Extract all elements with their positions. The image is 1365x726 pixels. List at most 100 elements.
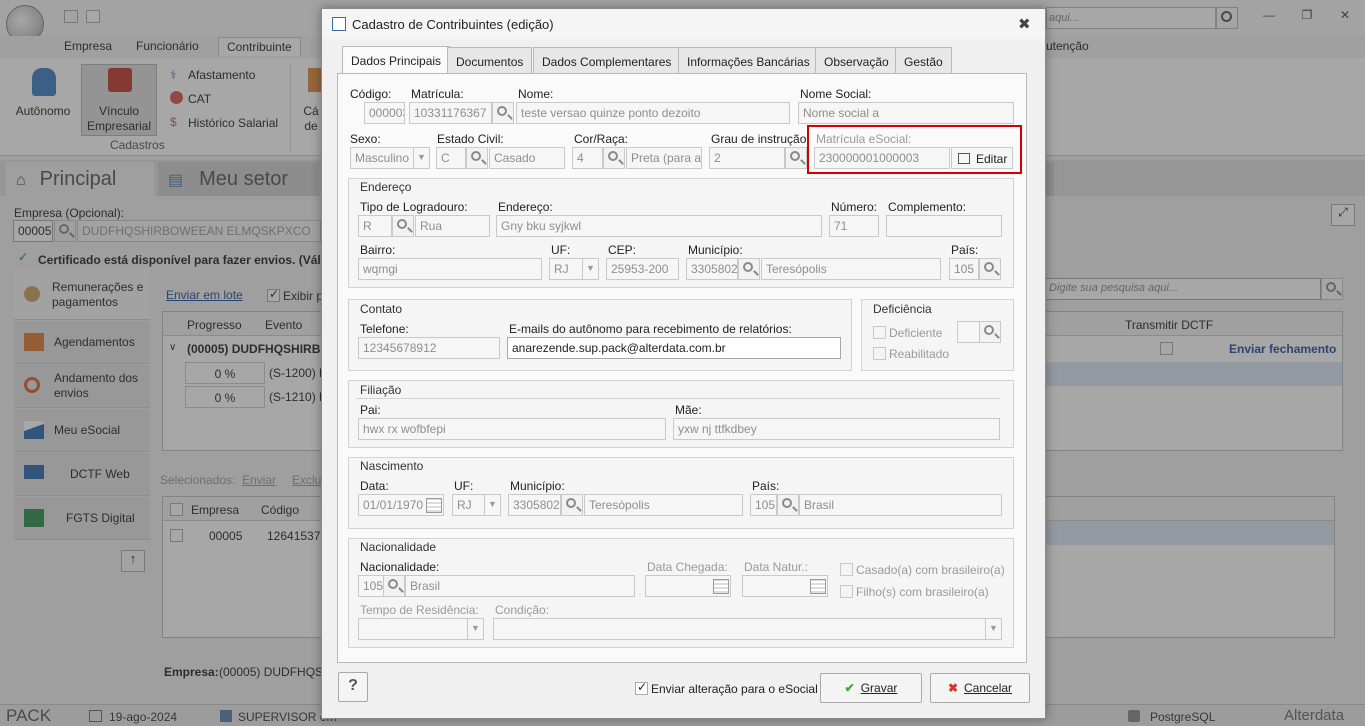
search-icon[interactable] (1216, 7, 1238, 29)
chevron-down-icon[interactable]: ▼ (413, 147, 429, 169)
municipio-code[interactable]: 3305802 (686, 258, 738, 280)
tab-dados-complementares[interactable]: Dados Complementares (533, 47, 681, 73)
pais-search-button[interactable] (979, 258, 1001, 280)
cut-button-label[interactable]: Cá de (302, 104, 320, 134)
cor-search-button[interactable] (603, 147, 625, 169)
nasc-pais-search-button[interactable] (777, 494, 799, 516)
help-button[interactable]: ? (338, 672, 368, 702)
sel-excluir-link[interactable]: Exclu (292, 473, 321, 487)
transmitir-checkbox[interactable] (1160, 342, 1173, 355)
grid-header-transmitir[interactable]: Transmitir DCTF (1125, 318, 1213, 332)
matricula-search-button[interactable] (492, 102, 514, 124)
close-icon[interactable]: ✖ (1018, 15, 1031, 33)
scroll-top-button[interactable]: ↑ (121, 550, 145, 572)
grid-header-evento[interactable]: Evento (265, 318, 302, 332)
tab-principal[interactable]: ⌂ Principal (6, 162, 154, 196)
filho-checkbox[interactable] (840, 585, 853, 598)
tipo-logradouro-search-button[interactable] (392, 215, 414, 237)
enviar-fechamento-link[interactable]: Enviar fechamento (1229, 342, 1336, 356)
grid-header-progresso[interactable]: Progresso (187, 318, 242, 332)
deficiencia-search-button[interactable] (979, 321, 1001, 343)
sidebar-item-remuneracoes[interactable]: Remunerações e pagamentos (14, 268, 150, 320)
expand-panel-button[interactable]: ⤢ (1331, 204, 1355, 226)
app-search-input[interactable]: aqui... (1046, 7, 1216, 29)
cat-button[interactable]: CAT (188, 92, 211, 106)
grid-row-event[interactable]: (S-1200) R (269, 366, 328, 380)
estado-civil-code[interactable]: C (436, 147, 466, 169)
municipio-input[interactable]: Teresópolis (761, 258, 941, 280)
select-all-checkbox[interactable] (170, 503, 183, 516)
restore-icon[interactable]: ❐ (1297, 8, 1317, 26)
sel-enviar-link[interactable]: Enviar (242, 473, 276, 487)
empresa-name-input[interactable]: DUDFHQSHIRBOWEEAN ELMQSKPXCO (77, 220, 321, 242)
nasc-pais-code[interactable]: 105 (750, 494, 777, 516)
estado-civil-input[interactable]: Casado (489, 147, 565, 169)
cep-input[interactable]: 25953-200 (606, 258, 679, 280)
grid-group-row[interactable]: (00005) DUDFHQSHIRB (187, 342, 320, 356)
estado-civil-search-button[interactable] (466, 147, 488, 169)
grid2-header-codigo[interactable]: Código (261, 503, 299, 517)
nasc-municipio-code[interactable]: 3305802 (508, 494, 561, 516)
grid2-row-codigo[interactable]: 126415373 (267, 529, 321, 543)
empresa-code-input[interactable]: 00005 (13, 220, 53, 242)
cor-code[interactable]: 4 (572, 147, 603, 169)
deficiencia-code[interactable] (957, 321, 981, 343)
tipo-logradouro-input[interactable]: Rua (415, 215, 490, 237)
chevron-down-icon[interactable]: ▼ (985, 618, 1001, 640)
codigo-input[interactable]: 000003 (364, 102, 405, 124)
nasc-municipio-search-button[interactable] (561, 494, 583, 516)
tab-observacao[interactable]: Observação (815, 47, 898, 73)
chevron-down-icon[interactable]: ▼ (582, 258, 598, 280)
exibir-checkbox[interactable] (267, 287, 280, 302)
endereco-input[interactable]: Gny bku syjkwl (496, 215, 822, 237)
sidebar-item-meu-esocial[interactable]: Meu eSocial (14, 409, 150, 452)
empresa-search-button[interactable] (54, 220, 76, 242)
close-icon[interactable]: ✕ (1335, 8, 1355, 26)
emails-input[interactable]: anarezende.sup.pack@alterdata.com.br (507, 337, 841, 359)
grid2-header-empresa[interactable]: Empresa (191, 503, 239, 517)
calendar-icon[interactable] (806, 575, 828, 597)
autonomo-button[interactable]: Autônomo (10, 104, 76, 118)
nome-input[interactable]: teste versao quinze ponto dezoito (516, 102, 790, 124)
complemento-input[interactable] (886, 215, 1002, 237)
tab-documentos[interactable]: Documentos (447, 47, 533, 73)
quick-access-icon[interactable] (64, 10, 78, 23)
minimize-icon[interactable]: — (1259, 8, 1279, 26)
ribbon-tab-contribuinte[interactable]: Contribuinte (218, 37, 301, 56)
grau-code[interactable]: 2 (709, 147, 785, 169)
chevron-down-icon[interactable]: ▼ (484, 494, 500, 516)
nacionalidade-code[interactable]: 105 (358, 575, 384, 597)
tab-gestao[interactable]: Gestão (895, 47, 952, 73)
grid-row-selected[interactable] (1045, 362, 1342, 386)
telefone-input[interactable]: 12345678912 (358, 337, 500, 359)
ribbon-tab-empresa[interactable]: Empresa (64, 39, 112, 53)
afastamento-button[interactable]: Afastamento (188, 68, 255, 82)
nasc-municipio-input[interactable]: Teresópolis (584, 494, 743, 516)
ribbon-tab-funcionario[interactable]: Funcionário (136, 39, 199, 53)
enviar-alteracao-checkbox[interactable] (635, 680, 648, 695)
grid2-row-empresa[interactable]: 00005 (209, 529, 242, 543)
nacionalidade-input[interactable]: Brasil (405, 575, 635, 597)
grid-row-selected[interactable] (1045, 521, 1334, 545)
sidebar-item-dctf[interactable]: DCTF Web (14, 453, 150, 496)
expand-icon[interactable]: ∨ (169, 342, 176, 353)
calendar-icon[interactable] (709, 575, 731, 597)
tipo-logradouro-code[interactable]: R (358, 215, 392, 237)
cancelar-button[interactable]: ✖ Cancelar (930, 673, 1030, 703)
municipio-search-button[interactable] (738, 258, 760, 280)
tempo-residencia-select[interactable] (358, 618, 484, 640)
condicao-select[interactable] (493, 618, 1002, 640)
gravar-button[interactable]: ✔ Gravar (820, 673, 922, 703)
nasc-pais-input[interactable]: Brasil (799, 494, 1002, 516)
sidebar-item-fgts[interactable]: FGTS Digital (14, 497, 150, 540)
historico-button[interactable]: Histórico Salarial (188, 116, 278, 130)
nacionalidade-search-button[interactable] (383, 575, 405, 597)
reabilitado-checkbox[interactable] (873, 347, 886, 360)
bairro-input[interactable]: wqmgi (358, 258, 542, 280)
cor-input[interactable]: Preta (para a p (626, 147, 702, 169)
sidebar-item-andamento[interactable]: Andamento dos envios (14, 365, 150, 408)
grid-search-button[interactable] (1321, 278, 1343, 300)
matricula-input[interactable]: 10331176367 (409, 102, 492, 124)
chevron-down-icon[interactable]: ▼ (467, 618, 483, 640)
grid-search-input[interactable]: Digite sua pesquisa aqui... (1044, 278, 1321, 300)
